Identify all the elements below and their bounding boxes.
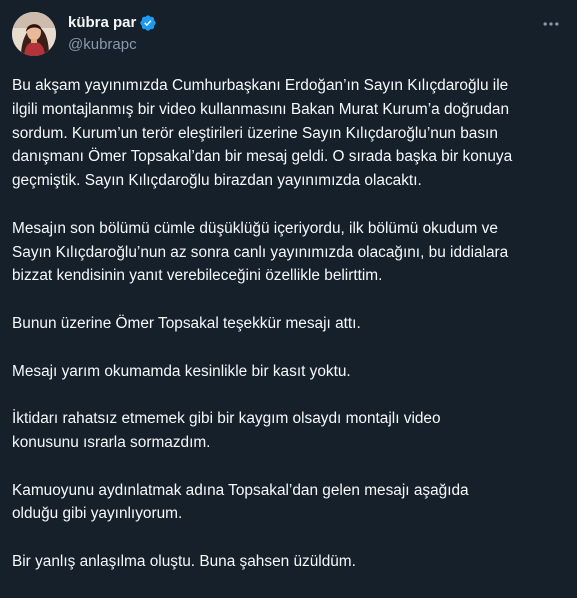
tweet-text-line: Mesajın son bölümü cümle düşüklüğü içeri… bbox=[12, 219, 498, 237]
more-horizontal-icon bbox=[543, 22, 559, 26]
tweet-paragraph: Bunun üzerine Ömer Topsakal teşekkür mes… bbox=[12, 312, 557, 336]
tweet-text-line: Sayın Kılıçdaroğlu’nun az sonra canlı ya… bbox=[12, 243, 509, 261]
tweet-paragraph: Mesajı yarım okumamda kesinlikle bir kas… bbox=[12, 360, 557, 384]
avatar-photo bbox=[12, 12, 56, 56]
more-options-button[interactable] bbox=[539, 12, 563, 36]
author-display-name[interactable]: kübra par bbox=[68, 13, 136, 33]
tweet-text-line: olduğu gibi yayınlıyorum. bbox=[12, 505, 183, 523]
tweet-paragraph: Bu akşam yayınımızda Cumhurbaşkanı Erdoğ… bbox=[12, 74, 557, 193]
verified-badge-icon bbox=[139, 14, 157, 32]
tweet-text-line: danışmanı Ömer Topsakal’dan bir mesaj ge… bbox=[12, 148, 513, 166]
tweet-text-line: Bunun üzerine Ömer Topsakal teşekkür mes… bbox=[12, 314, 361, 332]
tweet-card: kübra par @kubrapc Bu akşam yayınımızda … bbox=[0, 0, 577, 570]
tweet-text-line: Bir yanlış anlaşılma oluştu. Buna şahsen… bbox=[12, 552, 356, 570]
tweet-text-line: İktidarı rahatsız etmemek gibi bir kaygı… bbox=[12, 410, 441, 428]
tweet-paragraph: İktidarı rahatsız etmemek gibi bir kaygı… bbox=[12, 407, 557, 455]
user-avatar[interactable] bbox=[12, 12, 56, 56]
author-name-row: kübra par bbox=[68, 13, 157, 33]
tweet-text-line: geçmiştik. Sayın Kılıçdaroğlu birazdan y… bbox=[12, 172, 422, 190]
tweet-text-line: sordum. Kurum’un terör eleştirileri üzer… bbox=[12, 124, 498, 142]
tweet-text-line: Mesajı yarım okumamda kesinlikle bir kas… bbox=[12, 362, 351, 380]
tweet-text-line: Kamuoyunu aydınlatmak adına Topsakal’dan… bbox=[12, 481, 469, 499]
tweet-paragraph: Bir yanlış anlaşılma oluştu. Buna şahsen… bbox=[12, 550, 557, 574]
tweet-text-line: ilgili montajlanmış bir video kullanması… bbox=[12, 100, 510, 118]
tweet-text: Bu akşam yayınımızda Cumhurbaşkanı Erdoğ… bbox=[12, 74, 557, 598]
tweet-paragraph: Mesajın son bölümü cümle düşüklüğü içeri… bbox=[12, 217, 557, 288]
author-handle[interactable]: @kubrapc bbox=[68, 35, 137, 55]
tweet-text-line: bizzat kendisinin yanıt verebileceğini ö… bbox=[12, 267, 383, 285]
tweet-text-line: konusunu ısrarla sormazdım. bbox=[12, 433, 211, 451]
tweet-text-line: Bu akşam yayınımızda Cumhurbaşkanı Erdoğ… bbox=[12, 77, 509, 94]
tweet-paragraph: Kamuoyunu aydınlatmak adına Topsakal’dan… bbox=[12, 479, 557, 527]
